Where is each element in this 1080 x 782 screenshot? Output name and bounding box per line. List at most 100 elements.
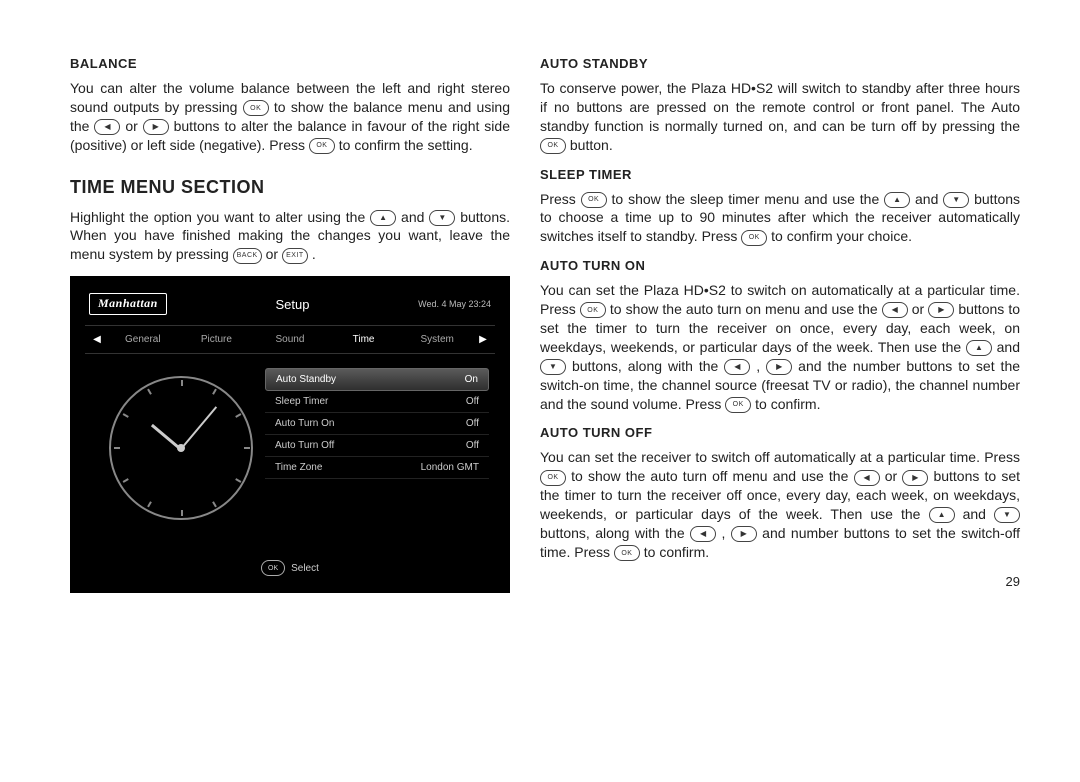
left-icon: ◀	[690, 526, 716, 542]
icon-glyph: ▲	[893, 196, 901, 204]
tv-row-time-zone: Time Zone London GMT	[265, 457, 489, 479]
left-icon: ◀	[882, 302, 908, 318]
icon-glyph: ▶	[938, 306, 944, 314]
text: or	[266, 246, 282, 262]
page-number: 29	[540, 574, 1020, 589]
tv-row-auto-turn-on: Auto Turn On Off	[265, 413, 489, 435]
exit-icon: EXIT	[282, 248, 308, 264]
text: to confirm.	[644, 544, 709, 560]
text: to confirm the setting.	[339, 137, 473, 153]
tv-row-label: Auto Standby	[276, 374, 336, 385]
icon-glyph: ▶	[912, 474, 918, 482]
back-icon: BACK	[233, 248, 262, 264]
icon-glyph: ◀	[892, 306, 898, 314]
icon-glyph: ▼	[438, 214, 446, 222]
ok-icon: OK	[725, 397, 751, 413]
icon-label: BACK	[237, 252, 258, 259]
left-icon: ◀	[94, 119, 120, 135]
left-icon: ◀	[724, 359, 750, 375]
text: Highlight the option you want to alter u…	[70, 209, 370, 225]
balance-text: You can alter the volume balance between…	[70, 79, 510, 155]
icon-label: OK	[587, 307, 598, 314]
icon-glyph: ◀	[104, 123, 110, 131]
icon-label: OK	[588, 196, 599, 203]
icon-glyph: ▶	[741, 530, 747, 538]
text: To conserve power, the Plaza HD•S2 will …	[540, 80, 1020, 134]
text: to show the sleep timer menu and use the	[612, 191, 885, 207]
down-icon: ▼	[429, 210, 455, 226]
sleep-timer-heading: SLEEP TIMER	[540, 167, 1020, 182]
tv-tabs: ◀ General Picture Sound Time System ▶	[85, 326, 495, 354]
down-icon: ▼	[943, 192, 969, 208]
tv-footer-text: Select	[291, 563, 319, 574]
auto-turn-on-text: You can set the Plaza HD•S2 to switch on…	[540, 281, 1020, 413]
text: buttons, along with the	[540, 525, 690, 541]
tv-option-list: Auto Standby On Sleep Timer Off Auto Tur…	[265, 368, 489, 520]
down-icon: ▼	[994, 507, 1020, 523]
text: and	[401, 209, 429, 225]
auto-turn-off-heading: AUTO TURN OFF	[540, 425, 1020, 440]
icon-glyph: ▲	[379, 214, 387, 222]
right-icon: ▶	[731, 526, 757, 542]
tv-tab-time: Time	[328, 332, 400, 347]
tv-tab-picture: Picture	[181, 332, 253, 347]
auto-turn-on-heading: AUTO TURN ON	[540, 258, 1020, 273]
ok-icon: OK	[581, 192, 607, 208]
up-icon: ▲	[370, 210, 396, 226]
chevron-left-icon: ◀	[89, 334, 105, 345]
text: to confirm.	[755, 396, 820, 412]
tv-tab-sound: Sound	[254, 332, 326, 347]
icon-glyph: ▶	[776, 363, 782, 371]
text: and	[997, 339, 1020, 355]
tv-footer: OK Select	[85, 560, 495, 576]
tv-tab-general: General	[107, 332, 179, 347]
right-icon: ▶	[766, 359, 792, 375]
time-menu-section-heading: TIME MENU SECTION	[70, 177, 510, 198]
tv-row-auto-standby: Auto Standby On	[265, 368, 489, 391]
right-icon: ▶	[902, 470, 928, 486]
tv-row-sleep-timer: Sleep Timer Off	[265, 391, 489, 413]
ok-icon: OK	[540, 470, 566, 486]
text: and	[915, 191, 943, 207]
icon-label: OK	[547, 474, 558, 481]
icon-glyph: ◀	[863, 474, 869, 482]
icon-glyph: ▲	[975, 344, 983, 352]
chevron-right-icon: ▶	[475, 334, 491, 345]
text: You can set the receiver to switch off a…	[540, 449, 1020, 465]
down-icon: ▼	[540, 359, 566, 375]
text: to confirm your choice.	[771, 228, 912, 244]
auto-standby-text: To conserve power, the Plaza HD•S2 will …	[540, 79, 1020, 155]
up-icon: ▲	[929, 507, 955, 523]
tv-row-auto-turn-off: Auto Turn Off Off	[265, 435, 489, 457]
tv-row-value: Off	[466, 440, 479, 451]
ok-icon: OK	[540, 138, 566, 154]
text: or	[912, 301, 929, 317]
ok-icon: OK	[243, 100, 269, 116]
text: and	[963, 506, 994, 522]
ok-icon: OK	[261, 560, 285, 576]
icon-glyph: ▶	[153, 123, 159, 131]
text: or	[885, 468, 903, 484]
icon-label: OK	[547, 142, 558, 149]
icon-label: EXIT	[286, 252, 304, 259]
icon-label: OK	[250, 105, 261, 112]
auto-turn-off-text: You can set the receiver to switch off a…	[540, 448, 1020, 561]
icon-glyph: ▼	[549, 363, 557, 371]
icon-glyph: ▲	[938, 511, 946, 519]
icon-label: OK	[733, 401, 744, 408]
ok-icon: OK	[309, 138, 335, 154]
text: ,	[756, 358, 766, 374]
tv-row-value: On	[465, 374, 478, 385]
icon-glyph: ◀	[700, 530, 706, 538]
ok-icon: OK	[741, 230, 767, 246]
text: ,	[721, 525, 730, 541]
icon-label: OK	[621, 550, 632, 557]
clock-icon	[109, 376, 253, 520]
icon-glyph: ▼	[952, 196, 960, 204]
text: button.	[570, 137, 613, 153]
tv-date: Wed. 4 May 23:24	[418, 299, 491, 309]
tv-tab-system: System	[401, 332, 473, 347]
tv-row-label: Sleep Timer	[275, 396, 328, 407]
icon-glyph: ▼	[1003, 511, 1011, 519]
icon-label: OK	[316, 142, 327, 149]
